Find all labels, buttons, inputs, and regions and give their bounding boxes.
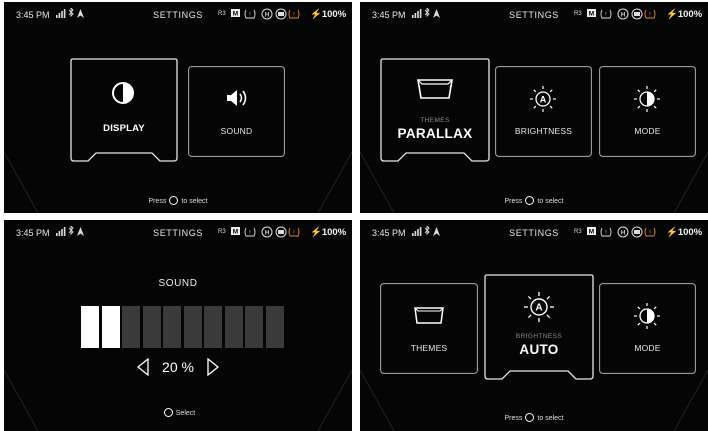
themes-frame-icon xyxy=(417,79,453,99)
high-beam-icon xyxy=(275,8,287,20)
brightness-label: BRIGHTNESS xyxy=(514,126,573,136)
volume-bar-filled xyxy=(81,306,99,348)
sound-label: SOUND xyxy=(220,126,253,136)
svg-text:!: ! xyxy=(605,230,606,236)
themes-card[interactable]: THEMES xyxy=(380,283,478,374)
themes-label: THEMES xyxy=(410,343,448,353)
increase-arrow-icon[interactable] xyxy=(206,358,220,377)
mode-label: MODE xyxy=(634,126,661,136)
gear-r3: R3 xyxy=(574,11,582,17)
volume-bar-empty xyxy=(142,306,161,348)
volume-bar-empty xyxy=(265,306,284,348)
settings-screen-display: 3:45 PM SETTINGS R3 M ! H ! ⚡100% THEMES… xyxy=(360,2,708,213)
tire-pressure-icon: ! xyxy=(244,9,256,19)
brightness-sublabel: BRIGHTNESS xyxy=(515,333,563,340)
gear-r3: R3 xyxy=(218,11,226,17)
svg-text:A: A xyxy=(535,303,542,314)
volume-adjuster: 20 % xyxy=(4,358,352,377)
volume-bar-empty xyxy=(245,306,263,348)
indicator-icons: M ! H ! xyxy=(231,8,300,20)
volume-percent: 20 % xyxy=(162,359,194,376)
mode-card[interactable]: MODE xyxy=(599,283,696,374)
volume-bar-empty xyxy=(183,306,202,348)
svg-text:!: ! xyxy=(293,12,295,18)
svg-text:!: ! xyxy=(649,230,651,236)
status-bar: 3:45 PM SETTINGS R3 M ! H ! ⚡100% xyxy=(4,220,352,244)
gear-r3: R3 xyxy=(218,229,226,235)
brightness-auto-icon: A xyxy=(524,292,554,322)
display-card[interactable]: DISPLAY xyxy=(70,58,178,166)
brightness-card[interactable]: A BRIGHTNESS xyxy=(495,66,592,157)
display-label: DISPLAY xyxy=(103,123,145,134)
themes-frame-icon xyxy=(414,307,444,324)
volume-bar-empty xyxy=(122,306,140,348)
status-bar: 3:45 PM SETTINGS R3 M ! H ! ⚡100% xyxy=(4,2,352,26)
indicator-icons: M ! H ! xyxy=(587,226,656,238)
volume-bar-empty xyxy=(163,306,181,348)
knob-icon xyxy=(525,196,535,205)
brightness-auto-icon: A xyxy=(530,86,556,112)
volume-bar-filled xyxy=(101,306,120,348)
svg-text:M: M xyxy=(233,11,238,18)
svg-text:!: ! xyxy=(249,230,250,236)
svg-text:!: ! xyxy=(605,12,606,18)
speaker-icon xyxy=(227,90,247,106)
battery-indicator: ⚡100% xyxy=(666,9,703,20)
svg-text:M: M xyxy=(589,11,594,18)
sound-title: SOUND xyxy=(158,278,198,289)
themes-value: PARALLAX xyxy=(397,126,473,141)
status-bar: 3:45 PM SETTINGS R3 M ! H ! ⚡100% xyxy=(360,220,708,244)
svg-text:H: H xyxy=(621,12,625,18)
svg-text:M: M xyxy=(233,229,238,236)
battery-indicator: ⚡100% xyxy=(310,227,347,238)
select-hint: Select xyxy=(4,408,352,417)
gear-r3: R3 xyxy=(574,229,582,235)
volume-bar-empty xyxy=(204,306,222,348)
press-to-select-hint: Press to select xyxy=(504,196,564,205)
svg-text:!: ! xyxy=(649,12,651,18)
status-bar: 3:45 PM SETTINGS R3 M ! H ! ⚡100% xyxy=(360,2,708,26)
volume-bar-empty xyxy=(224,306,243,348)
mode-sun-half-icon xyxy=(634,303,660,329)
knob-icon xyxy=(169,196,179,205)
svg-text:H: H xyxy=(265,12,269,18)
mode-label: MODE xyxy=(634,343,661,353)
indicator-icons: M ! H ! xyxy=(231,226,300,238)
decrease-arrow-icon[interactable] xyxy=(136,358,150,377)
contrast-icon xyxy=(112,82,134,104)
themes-card[interactable]: THEMES PARALLAX xyxy=(380,58,490,166)
warning-icon: ! xyxy=(288,9,300,19)
headlight-icon: H xyxy=(261,8,273,20)
mode-sun-half-icon xyxy=(634,86,660,112)
svg-text:H: H xyxy=(265,230,269,236)
svg-text:!: ! xyxy=(249,12,250,18)
svg-text:H: H xyxy=(621,230,625,236)
battery-indicator: ⚡100% xyxy=(310,9,347,20)
press-to-select-hint: Press to select xyxy=(148,196,208,205)
indicator-icons: M ! H ! xyxy=(587,8,656,20)
battery-indicator: ⚡100% xyxy=(666,227,703,238)
settings-screen-brightness: 3:45 PM SETTINGS R3 M ! H ! ⚡100% THEMES xyxy=(360,220,708,431)
themes-sublabel: THEMES xyxy=(420,117,450,124)
mode-card[interactable]: MODE xyxy=(599,66,696,157)
knob-icon xyxy=(525,413,535,422)
svg-text:!: ! xyxy=(293,230,295,236)
svg-text:M: M xyxy=(589,229,594,236)
settings-screen-main: 3:45 PM SETTINGS R3 M ! H ! ⚡100% DISPLA… xyxy=(4,2,352,213)
background-lines xyxy=(4,151,352,213)
knob-icon xyxy=(163,408,173,417)
brightness-card[interactable]: A BRIGHTNESS AUTO xyxy=(484,274,594,384)
settings-screen-sound-level: 3:45 PM SETTINGS R3 M ! H ! ⚡100% SOUND … xyxy=(4,220,352,431)
sound-card[interactable]: SOUND xyxy=(188,66,285,157)
press-to-select-hint: Press to select xyxy=(504,413,564,422)
svg-text:A: A xyxy=(540,94,547,104)
brightness-value: AUTO xyxy=(519,342,559,357)
